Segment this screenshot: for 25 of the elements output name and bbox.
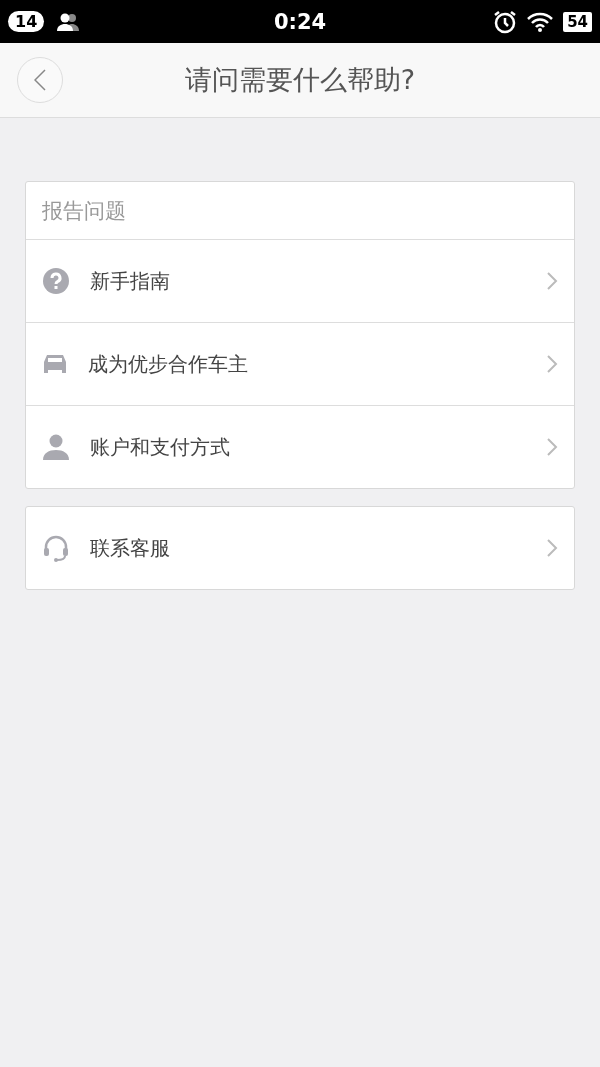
person-icon [42, 434, 70, 460]
menu-item[interactable]: 成为优步合作车主 [26, 323, 574, 406]
chevron-right-icon [546, 354, 558, 374]
menu-item-label: 成为优步合作车主 [88, 350, 249, 378]
back-button[interactable] [17, 57, 63, 103]
question-icon [42, 267, 70, 295]
menu-item[interactable]: 账户和支付方式 [26, 406, 574, 488]
chevron-right-icon [546, 538, 558, 558]
section-title: 报告问题 [26, 182, 574, 240]
menu-item-label: 账户和支付方式 [90, 433, 231, 461]
menu-item[interactable]: 新手指南 [26, 240, 574, 323]
menu-item[interactable]: 联系客服 [26, 507, 574, 589]
alarm-icon [493, 9, 518, 34]
page-title: 请问需要什么帮助? [184, 63, 416, 97]
notification-count: 14 [8, 11, 45, 32]
back-icon [34, 69, 46, 91]
battery-level: 54 [563, 11, 592, 32]
wifi-icon [527, 11, 554, 32]
car-icon [42, 353, 68, 375]
chevron-right-icon [546, 271, 558, 291]
headset-icon [42, 534, 70, 562]
menu-item-label: 联系客服 [90, 534, 171, 562]
menu-item-label: 新手指南 [90, 267, 171, 295]
status-time: 0:24 [273, 9, 327, 34]
chevron-right-icon [546, 437, 558, 457]
